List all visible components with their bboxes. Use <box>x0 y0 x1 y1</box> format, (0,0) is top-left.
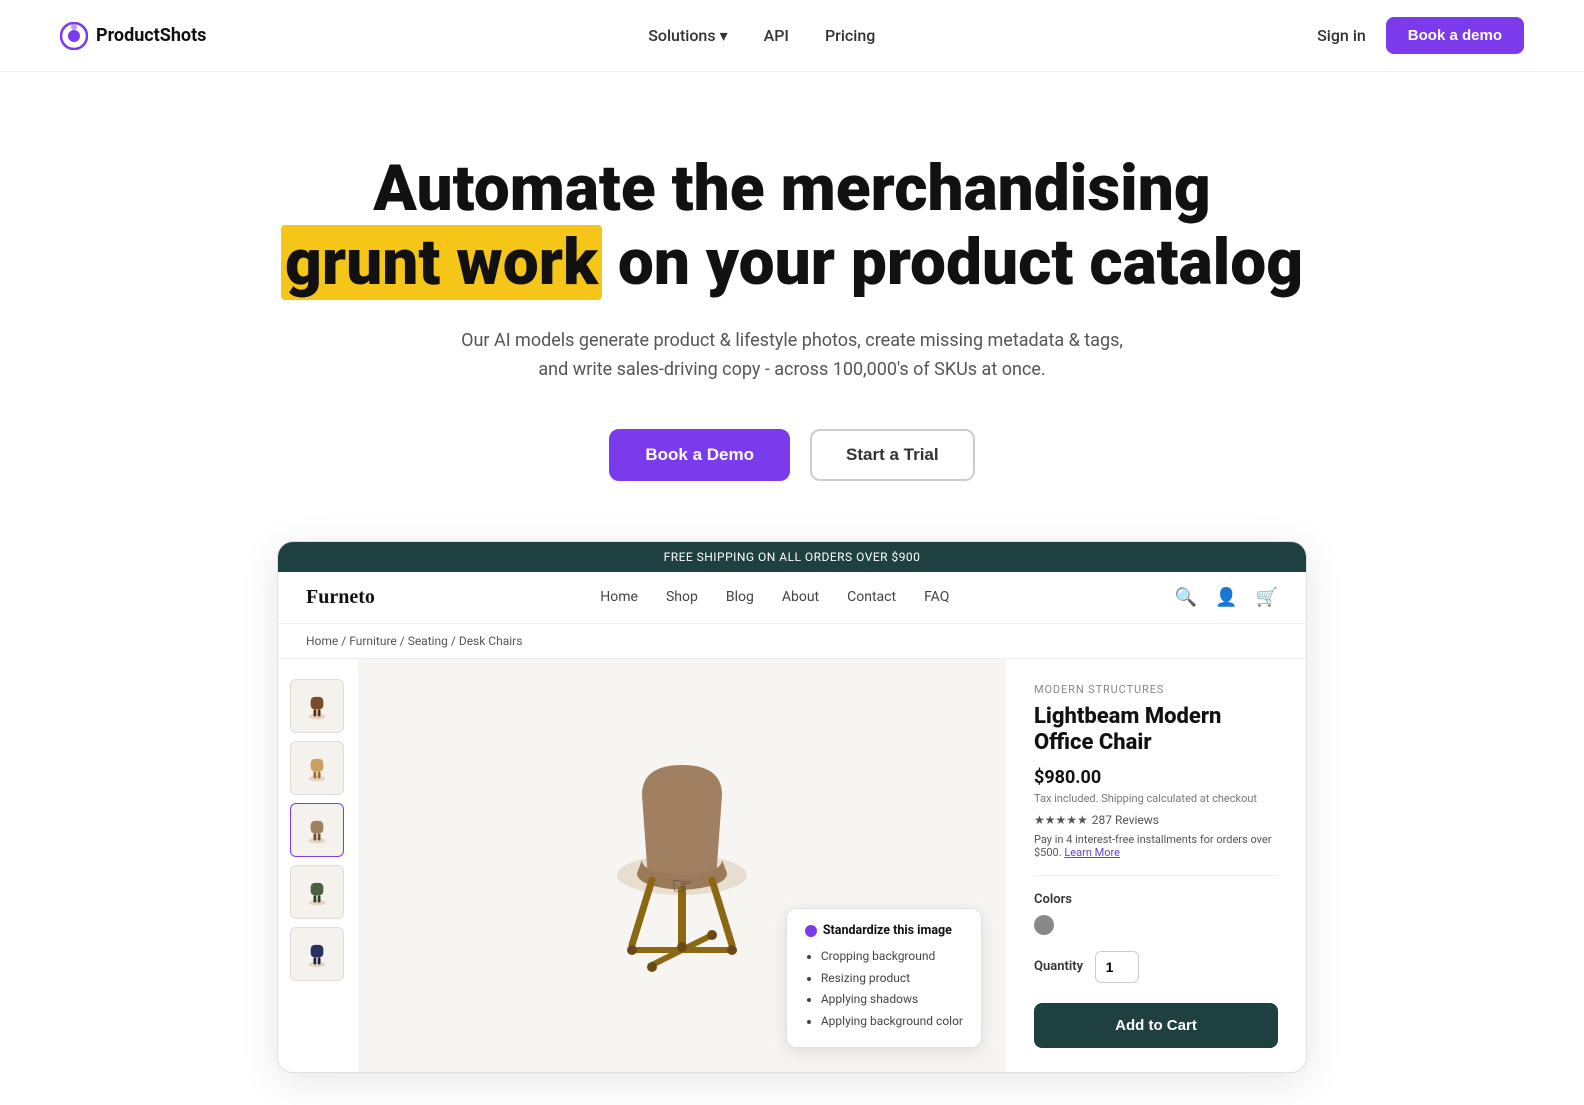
shop-nav-links: Home Shop Blog About Contact FAQ <box>600 589 949 605</box>
tooltip-item-1: Cropping background <box>821 946 963 968</box>
colors-label: Colors <box>1034 892 1278 907</box>
tooltip-icon <box>805 925 817 937</box>
hero-highlight: grunt work <box>281 225 602 300</box>
quantity-label: Quantity <box>1034 959 1083 974</box>
signin-link[interactable]: Sign in <box>1317 26 1366 45</box>
cart-icon[interactable]: 🛒 <box>1256 587 1278 608</box>
color-swatch[interactable] <box>1034 915 1054 935</box>
nav-links: Solutions ▾ API Pricing <box>648 26 875 45</box>
shop-link-blog[interactable]: Blog <box>726 589 754 605</box>
shop-topbar: FREE SHIPPING ON ALL ORDERS OVER $900 <box>278 542 1306 572</box>
shop-logo: Furneto <box>306 586 375 609</box>
thumbnail-2[interactable] <box>290 741 344 795</box>
user-icon[interactable]: 👤 <box>1215 587 1237 608</box>
tooltip-item-4: Applying background color <box>821 1011 963 1033</box>
shop-link-shop[interactable]: Shop <box>666 589 698 605</box>
thumbnail-3[interactable] <box>290 803 344 857</box>
hero-section: Automate the merchandising grunt work on… <box>0 72 1584 541</box>
pricing-link[interactable]: Pricing <box>825 26 875 45</box>
logo-text: ProductShots <box>96 25 206 46</box>
shop-icons: 🔍 👤 🛒 <box>1175 587 1278 608</box>
product-price: $980.00 <box>1034 767 1278 788</box>
tooltip-item-3: Applying shadows <box>821 989 963 1011</box>
chevron-down-icon: ▾ <box>720 26 728 45</box>
product-info: MODERN STRUCTURES Lightbeam Modern Offic… <box>1006 659 1306 1072</box>
demo-card-wrapper: FREE SHIPPING ON ALL ORDERS OVER $900 Fu… <box>0 541 1584 1073</box>
divider <box>1034 875 1278 876</box>
shop-link-about[interactable]: About <box>782 589 819 605</box>
product-stars: ★★★★★ 287 Reviews <box>1034 813 1278 827</box>
tooltip-list: Cropping background Resizing product App… <box>805 946 963 1032</box>
breadcrumb: Home / Furniture / Seating / Desk Chairs <box>278 624 1306 659</box>
thumbnail-4[interactable] <box>290 865 344 919</box>
hero-title: Automate the merchandising grunt work on… <box>242 152 1342 299</box>
logo-icon <box>60 22 88 50</box>
nav-actions: Sign in Book a demo <box>1317 17 1524 54</box>
tooltip-title: Standardize this image <box>805 923 963 938</box>
learn-more-link[interactable]: Learn More <box>1064 846 1120 859</box>
installments-text: Pay in 4 interest-free installments for … <box>1034 833 1278 859</box>
shop-link-home[interactable]: Home <box>600 589 638 605</box>
product-title: Lightbeam Modern Office Chair <box>1034 704 1278 757</box>
star-icons: ★★★★★ <box>1034 813 1088 827</box>
search-icon[interactable]: 🔍 <box>1175 587 1197 608</box>
logo-link[interactable]: ProductShots <box>60 22 206 50</box>
product-tax: Tax included. Shipping calculated at che… <box>1034 792 1278 805</box>
shop-link-faq[interactable]: FAQ <box>924 589 949 605</box>
start-trial-button[interactable]: Start a Trial <box>810 429 975 481</box>
shop-nav: Furneto Home Shop Blog About Contact FAQ… <box>278 572 1306 624</box>
quantity-input[interactable] <box>1095 951 1139 983</box>
book-demo-hero-button[interactable]: Book a Demo <box>609 429 790 481</box>
tooltip-item-2: Resizing product <box>821 968 963 990</box>
thumbnail-1[interactable] <box>290 679 344 733</box>
shop-link-contact[interactable]: Contact <box>847 589 896 605</box>
hero-subtitle: Our AI models generate product & lifesty… <box>452 327 1132 385</box>
add-to-cart-button[interactable]: Add to Cart <box>1034 1003 1278 1048</box>
demo-card: FREE SHIPPING ON ALL ORDERS OVER $900 Fu… <box>277 541 1307 1073</box>
product-thumbnails <box>278 659 358 1072</box>
api-link[interactable]: API <box>764 26 789 45</box>
book-demo-nav-button[interactable]: Book a demo <box>1386 17 1524 54</box>
product-main-image: ☞ Standardize this image Cropping backgr… <box>358 659 1006 1072</box>
thumbnail-5[interactable] <box>290 927 344 981</box>
navbar: ProductShots Solutions ▾ API Pricing Sig… <box>0 0 1584 72</box>
product-brand: MODERN STRUCTURES <box>1034 683 1278 696</box>
solutions-menu[interactable]: Solutions ▾ <box>648 26 727 45</box>
product-area: ☞ Standardize this image Cropping backgr… <box>278 659 1306 1072</box>
hero-cta-buttons: Book a Demo Start a Trial <box>60 429 1524 481</box>
standardize-tooltip: Standardize this image Cropping backgrou… <box>786 908 982 1047</box>
review-count: 287 Reviews <box>1092 813 1159 827</box>
chair-illustration <box>542 725 822 1005</box>
quantity-row: Quantity <box>1034 951 1278 983</box>
